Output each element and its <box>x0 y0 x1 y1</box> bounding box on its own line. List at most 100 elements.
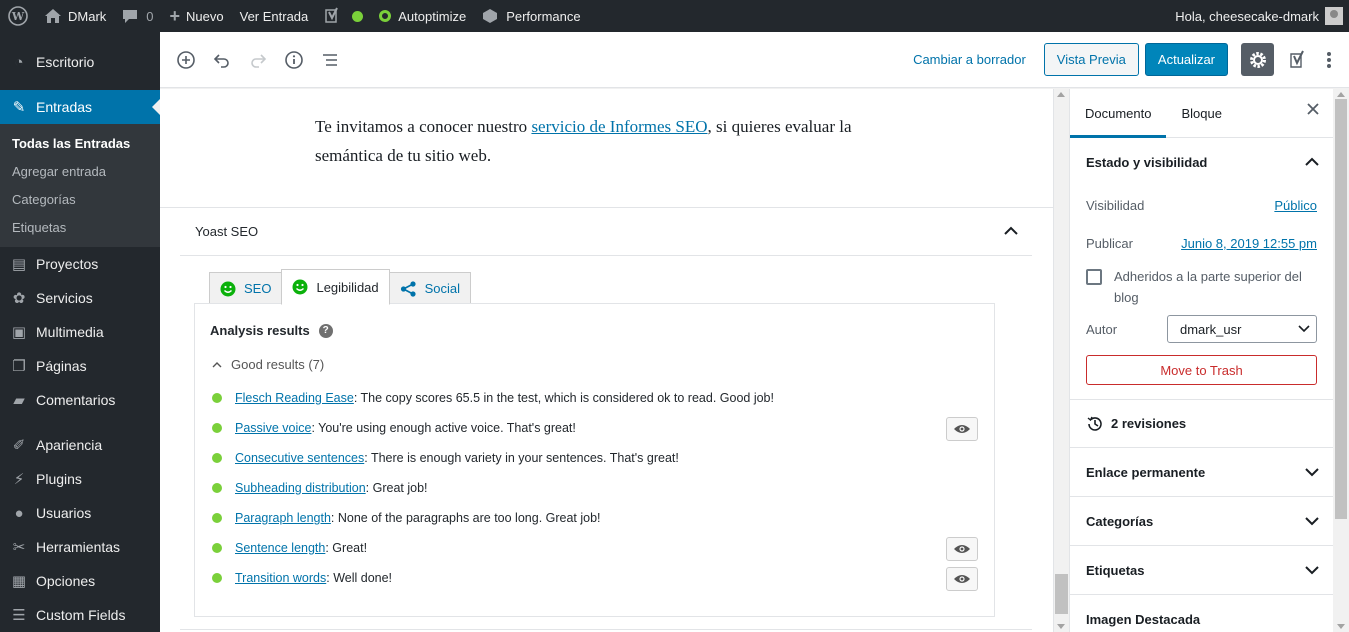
tab-seo[interactable]: SEO <box>209 272 283 305</box>
scrollbar-thumb[interactable] <box>1055 574 1068 614</box>
switch-to-draft-button[interactable]: Cambiar a borrador <box>901 52 1038 67</box>
paragraph-block[interactable]: Te invitamos a conocer nuestro servicio … <box>315 112 915 170</box>
sidebar-item-apariencia[interactable]: ✐ Apariencia <box>0 428 160 462</box>
undo-icon[interactable] <box>204 42 240 78</box>
result-item: Flesch Reading Ease: The copy scores 65.… <box>212 387 774 409</box>
featured-image-header[interactable]: Imagen Destacada <box>1070 595 1333 632</box>
preview-button[interactable]: Vista Previa <box>1043 43 1139 76</box>
result-link[interactable]: Paragraph length <box>235 511 331 525</box>
panel-title: Enlace permanente <box>1086 464 1206 480</box>
revisions-label: 2 revisiones <box>1111 416 1187 431</box>
sidebar-item-escritorio[interactable]: ◔ Escritorio <box>0 45 160 79</box>
good-results-toggle[interactable]: Good results (7) <box>212 357 324 372</box>
yoast-adminbar-link[interactable] <box>316 0 371 32</box>
publish-date-toggle[interactable]: Junio 8, 2019 12:55 pm <box>1181 236 1317 251</box>
scroll-up-arrow-icon[interactable] <box>1057 92 1065 97</box>
result-link[interactable]: Transition words <box>235 571 326 585</box>
tab-legibilidad[interactable]: Legibilidad <box>281 269 390 305</box>
scroll-down-arrow-icon[interactable] <box>1057 624 1065 629</box>
revisions-link[interactable]: 2 revisiones <box>1070 400 1333 447</box>
yoast-panel-icon[interactable] <box>1281 43 1314 76</box>
sidebar-item-entradas[interactable]: ✎ Entradas <box>0 90 160 124</box>
performance-link[interactable]: Performance <box>474 0 588 32</box>
chevron-down-icon <box>1298 325 1310 333</box>
update-button[interactable]: Actualizar <box>1144 43 1228 76</box>
wordpress-logo-icon[interactable]: W <box>0 0 36 32</box>
sidebar-item-comentarios[interactable]: ▰ Comentarios <box>0 383 160 417</box>
sidebar-item-multimedia[interactable]: ▣ Multimedia <box>0 315 160 349</box>
more-options-icon[interactable] <box>1317 43 1341 76</box>
author-select[interactable]: dmark_usr <box>1167 315 1317 343</box>
close-icon[interactable] <box>1307 103 1319 118</box>
publish-row: Publicar Junio 8, 2019 12:55 pm <box>1070 224 1333 262</box>
new-content-link[interactable]: + Nuevo <box>162 0 232 32</box>
sidebar-item-servicios[interactable]: ✿ Servicios <box>0 281 160 315</box>
result-link[interactable]: Sentence length <box>235 541 325 555</box>
tags-panel: Etiquetas <box>1070 546 1333 595</box>
seo-report-link[interactable]: servicio de Informes SEO <box>531 117 707 136</box>
eye-icon[interactable] <box>946 537 978 561</box>
result-text: : Great! <box>325 541 368 555</box>
sidebar-item-opciones[interactable]: ▦ Opciones <box>0 564 160 598</box>
comments-link[interactable]: 0 <box>114 0 161 32</box>
pages-icon: ❐ <box>12 358 26 375</box>
sidebar-item-label: Multimedia <box>36 324 104 340</box>
status-visibility-header[interactable]: Estado y visibilidad <box>1070 138 1333 186</box>
sidebar-item-label: Apariencia <box>36 437 103 453</box>
plus-icon: + <box>169 5 181 26</box>
move-to-trash-button[interactable]: Move to Trash <box>1086 355 1317 385</box>
categories-header[interactable]: Categorías <box>1070 497 1333 545</box>
add-block-icon[interactable] <box>168 42 204 78</box>
autoptimize-link[interactable]: Autoptimize <box>371 0 474 32</box>
permalink-header[interactable]: Enlace permanente <box>1070 448 1333 496</box>
submenu-etiquetas[interactable]: Etiquetas <box>0 213 160 241</box>
help-icon[interactable]: ? <box>318 323 333 338</box>
tab-documento[interactable]: Documento <box>1070 89 1167 138</box>
view-post-link[interactable]: Ver Entrada <box>232 0 317 32</box>
site-name-link[interactable]: DMark <box>36 0 114 32</box>
sticky-checkbox[interactable] <box>1086 269 1102 285</box>
tags-header[interactable]: Etiquetas <box>1070 546 1333 594</box>
result-item: Sentence length: Great! <box>212 537 367 559</box>
sidebar-item-label: Custom Fields <box>36 607 126 623</box>
performance-label: Performance <box>506 8 581 24</box>
submenu-agregar-entrada[interactable]: Agregar entrada <box>0 157 160 185</box>
sidebar-item-custom-fields[interactable]: ☰ Custom Fields <box>0 598 160 632</box>
account-menu[interactable]: Hola, cheesecake-dmark <box>1167 0 1349 32</box>
result-link[interactable]: Flesch Reading Ease <box>235 391 354 405</box>
sidebar-item-paginas[interactable]: ❐ Páginas <box>0 349 160 383</box>
tab-label: Legibilidad <box>316 279 379 295</box>
result-link[interactable]: Passive voice <box>235 421 311 435</box>
readability-panel: Analysis results ? Good results (7) Fles… <box>194 303 995 617</box>
sidebar-item-proyectos[interactable]: ▤ Proyectos <box>0 247 160 281</box>
block-navigation-icon[interactable] <box>312 42 348 78</box>
good-bullet-icon <box>212 453 222 463</box>
settings-gear-icon[interactable] <box>1241 43 1274 76</box>
redo-icon[interactable] <box>240 42 276 78</box>
submenu-todas-las-entradas[interactable]: Todas las Entradas <box>0 129 160 157</box>
tab-social[interactable]: Social <box>388 272 472 305</box>
yoast-metabox-header[interactable]: Yoast SEO <box>180 208 1032 256</box>
result-link[interactable]: Consecutive sentences <box>235 451 364 465</box>
result-item: Passive voice: You're using enough activ… <box>212 417 576 439</box>
visibility-toggle[interactable]: Público <box>1274 198 1317 213</box>
sidebar-item-usuarios[interactable]: ● Usuarios <box>0 496 160 530</box>
eye-icon[interactable] <box>946 417 978 441</box>
panel-title: Imagen Destacada <box>1086 611 1201 627</box>
scroll-up-arrow-icon[interactable] <box>1337 92 1345 97</box>
scrollbar-thumb[interactable] <box>1335 99 1347 519</box>
chevron-up-icon[interactable] <box>1004 224 1018 239</box>
tab-bloque[interactable]: Bloque <box>1166 89 1236 138</box>
eye-icon[interactable] <box>946 567 978 591</box>
settings-scrollbar[interactable] <box>1333 89 1349 632</box>
scroll-down-arrow-icon[interactable] <box>1337 624 1345 629</box>
publish-label: Publicar <box>1086 235 1133 251</box>
submenu-categorias[interactable]: Categorías <box>0 185 160 213</box>
info-icon[interactable] <box>276 42 312 78</box>
chevron-down-icon <box>1305 563 1319 578</box>
sidebar-item-plugins[interactable]: ⚡ Plugins <box>0 462 160 496</box>
sidebar-item-herramientas[interactable]: ✂ Herramientas <box>0 530 160 564</box>
editor-scrollbar[interactable] <box>1053 89 1069 632</box>
result-link[interactable]: Subheading distribution <box>235 481 366 495</box>
good-bullet-icon <box>212 573 222 583</box>
